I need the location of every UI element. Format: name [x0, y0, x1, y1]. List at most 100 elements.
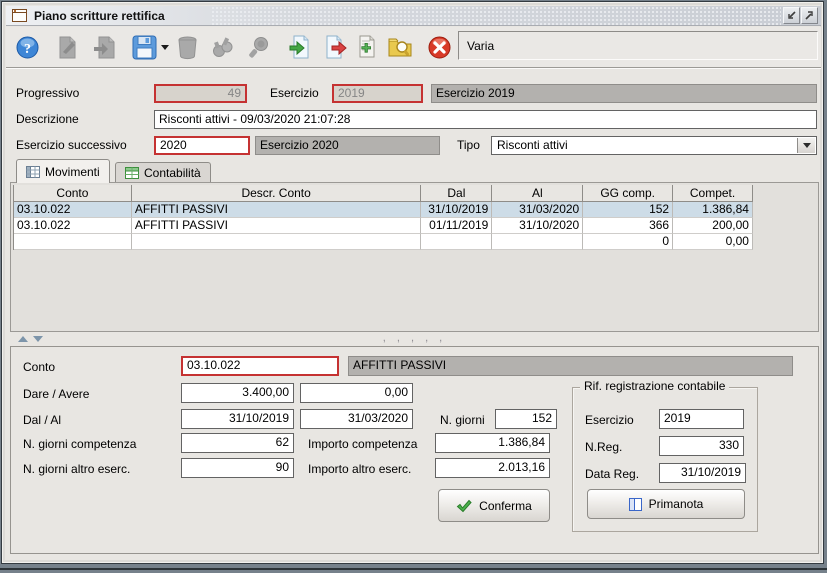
- cell-gg-comp[interactable]: 366: [583, 218, 674, 234]
- column-header-conto[interactable]: Conto: [14, 185, 132, 202]
- column-header-gg-comp[interactable]: GG comp.: [583, 185, 674, 202]
- progressivo-field[interactable]: 49: [154, 84, 247, 103]
- cell-compet[interactable]: 200,00: [673, 218, 753, 234]
- column-header-dal[interactable]: Dal: [421, 185, 493, 202]
- toolbar: ? Varia: [6, 27, 821, 68]
- help-button[interactable]: ?: [15, 34, 41, 60]
- desktop: Piano scritture rettifica ? Varia Progre…: [0, 0, 827, 573]
- import-icon: [289, 35, 309, 58]
- rif-nreg-field[interactable]: 330: [659, 436, 744, 456]
- rif-group-title: Rif. registrazione contabile: [580, 379, 730, 393]
- giorni-altro-label: N. giorni altro eserc.: [23, 462, 131, 476]
- esercizio-label: Esercizio: [270, 86, 319, 100]
- cell-gg-comp[interactable]: 152: [583, 202, 674, 218]
- window-title: Piano scritture rettifica: [34, 8, 165, 23]
- dal-field[interactable]: 31/10/2019: [181, 409, 294, 429]
- cell-descr[interactable]: AFFITTI PASSIVI: [131, 202, 422, 218]
- esercizio-successivo-field[interactable]: 2020: [154, 136, 250, 155]
- close-icon: [428, 36, 451, 58]
- titlebar-texture: [211, 6, 781, 25]
- contabilita-tab-icon: [125, 167, 139, 179]
- cell-descr[interactable]: AFFITTI PASSIVI: [131, 218, 422, 234]
- window-icon: [12, 9, 27, 22]
- importo-competenza-field[interactable]: 1.386,84: [435, 433, 550, 453]
- split-pane-divider[interactable]: , , , , ,: [10, 332, 819, 345]
- export-button[interactable]: [323, 34, 349, 60]
- cell-dal[interactable]: 31/10/2019: [421, 202, 493, 218]
- rif-data-reg-label: Data Reg.: [585, 467, 640, 481]
- tipo-value: Risconti attivi: [497, 138, 568, 152]
- restore-icon: [788, 11, 796, 19]
- cell-dal[interactable]: [421, 234, 493, 250]
- giorni-competenza-field[interactable]: 62: [181, 433, 294, 453]
- splitter-grip: , , , , ,: [382, 332, 447, 344]
- close-button[interactable]: [427, 34, 453, 60]
- column-header-compet[interactable]: Compet.: [673, 185, 753, 202]
- rif-data-reg-field[interactable]: 31/10/2019: [659, 463, 746, 483]
- cell-conto[interactable]: [14, 234, 132, 250]
- avere-field[interactable]: 0,00: [300, 383, 413, 403]
- save-icon: [132, 35, 169, 59]
- keys-icon: [213, 36, 233, 57]
- cell-gg-comp[interactable]: 0: [583, 234, 674, 250]
- modify-icon: [59, 36, 76, 58]
- esercizio-successivo-label: Esercizio successivo: [16, 138, 127, 152]
- maximize-icon: [805, 11, 813, 20]
- importo-competenza-label: Importo competenza: [308, 437, 418, 451]
- cell-conto[interactable]: 03.10.022: [14, 218, 132, 234]
- import-button[interactable]: [288, 34, 314, 60]
- importo-altro-field[interactable]: 2.013,16: [435, 458, 550, 478]
- esercizio-field[interactable]: 2019: [332, 84, 423, 103]
- tipo-combobox[interactable]: Risconti attivi: [491, 136, 817, 155]
- cell-descr[interactable]: [131, 234, 422, 250]
- giorni-altro-field[interactable]: 90: [181, 458, 294, 478]
- tipo-dropdown-button[interactable]: [797, 138, 815, 153]
- tab-movimenti[interactable]: Movimenti: [16, 159, 110, 183]
- check-icon: [456, 499, 472, 512]
- esercizio-successivo-display: Esercizio 2020: [255, 136, 440, 155]
- conto-descr-display: AFFITTI PASSIVI: [348, 356, 793, 376]
- dare-field[interactable]: 3.400,00: [181, 383, 294, 403]
- tab-contabilita[interactable]: Contabilità: [115, 162, 211, 183]
- cell-dal[interactable]: 01/11/2019: [421, 218, 493, 234]
- primanota-label: Primanota: [648, 497, 704, 511]
- rif-esercizio-field[interactable]: 2019: [659, 409, 744, 429]
- rif-registrazione-group: Rif. registrazione contabile Esercizio 2…: [572, 379, 758, 532]
- titlebar[interactable]: Piano scritture rettifica: [6, 6, 821, 26]
- column-header-descr-conto[interactable]: Descr. Conto: [131, 185, 422, 202]
- table-header-row: Conto Descr. Conto Dal Al GG comp. Compe…: [14, 185, 753, 202]
- conto-field[interactable]: 03.10.022: [181, 356, 339, 376]
- cell-al[interactable]: [492, 234, 584, 250]
- table-row[interactable]: 03.10.022 AFFITTI PASSIVI 01/11/2019 31/…: [14, 218, 753, 234]
- restore-button[interactable]: [783, 7, 800, 24]
- conferma-button[interactable]: Conferma: [438, 489, 550, 522]
- cell-compet[interactable]: 1.386,84: [673, 202, 753, 218]
- browse-archive-button[interactable]: [387, 34, 413, 60]
- export-icon: [326, 35, 347, 58]
- cell-al[interactable]: 31/03/2020: [492, 202, 584, 218]
- importo-altro-label: Importo altro eserc.: [308, 462, 412, 476]
- giorni-competenza-label: N. giorni competenza: [23, 437, 137, 451]
- dal-al-label: Dal / Al: [23, 413, 62, 427]
- cell-al[interactable]: 31/10/2020: [492, 218, 584, 234]
- maximize-button[interactable]: [801, 7, 818, 24]
- cell-compet[interactable]: 0,00: [673, 234, 753, 250]
- modify-button: [55, 34, 81, 60]
- search-icon: [249, 36, 268, 58]
- n-giorni-field[interactable]: 152: [495, 409, 557, 429]
- descrizione-label: Descrizione: [16, 112, 79, 126]
- save-button[interactable]: [132, 34, 172, 60]
- movimenti-table: Conto Descr. Conto Dal Al GG comp. Compe…: [13, 185, 753, 250]
- table-row[interactable]: 0 0,00: [14, 234, 753, 250]
- descrizione-field[interactable]: Risconti attivi - 09/03/2020 21:07:28: [154, 110, 817, 129]
- al-field[interactable]: 31/03/2020: [300, 409, 413, 429]
- add-document-button[interactable]: [355, 34, 381, 60]
- primanota-icon: [628, 497, 642, 511]
- primanota-button[interactable]: Primanota: [587, 489, 745, 519]
- column-header-al[interactable]: Al: [492, 185, 584, 202]
- keys-button: [211, 34, 237, 60]
- cell-conto[interactable]: 03.10.022: [14, 202, 132, 218]
- table-row[interactable]: 03.10.022 AFFITTI PASSIVI 31/10/2019 31/…: [14, 202, 753, 218]
- esercizio-display: Esercizio 2019: [431, 84, 817, 103]
- duplicate-icon: [94, 36, 115, 58]
